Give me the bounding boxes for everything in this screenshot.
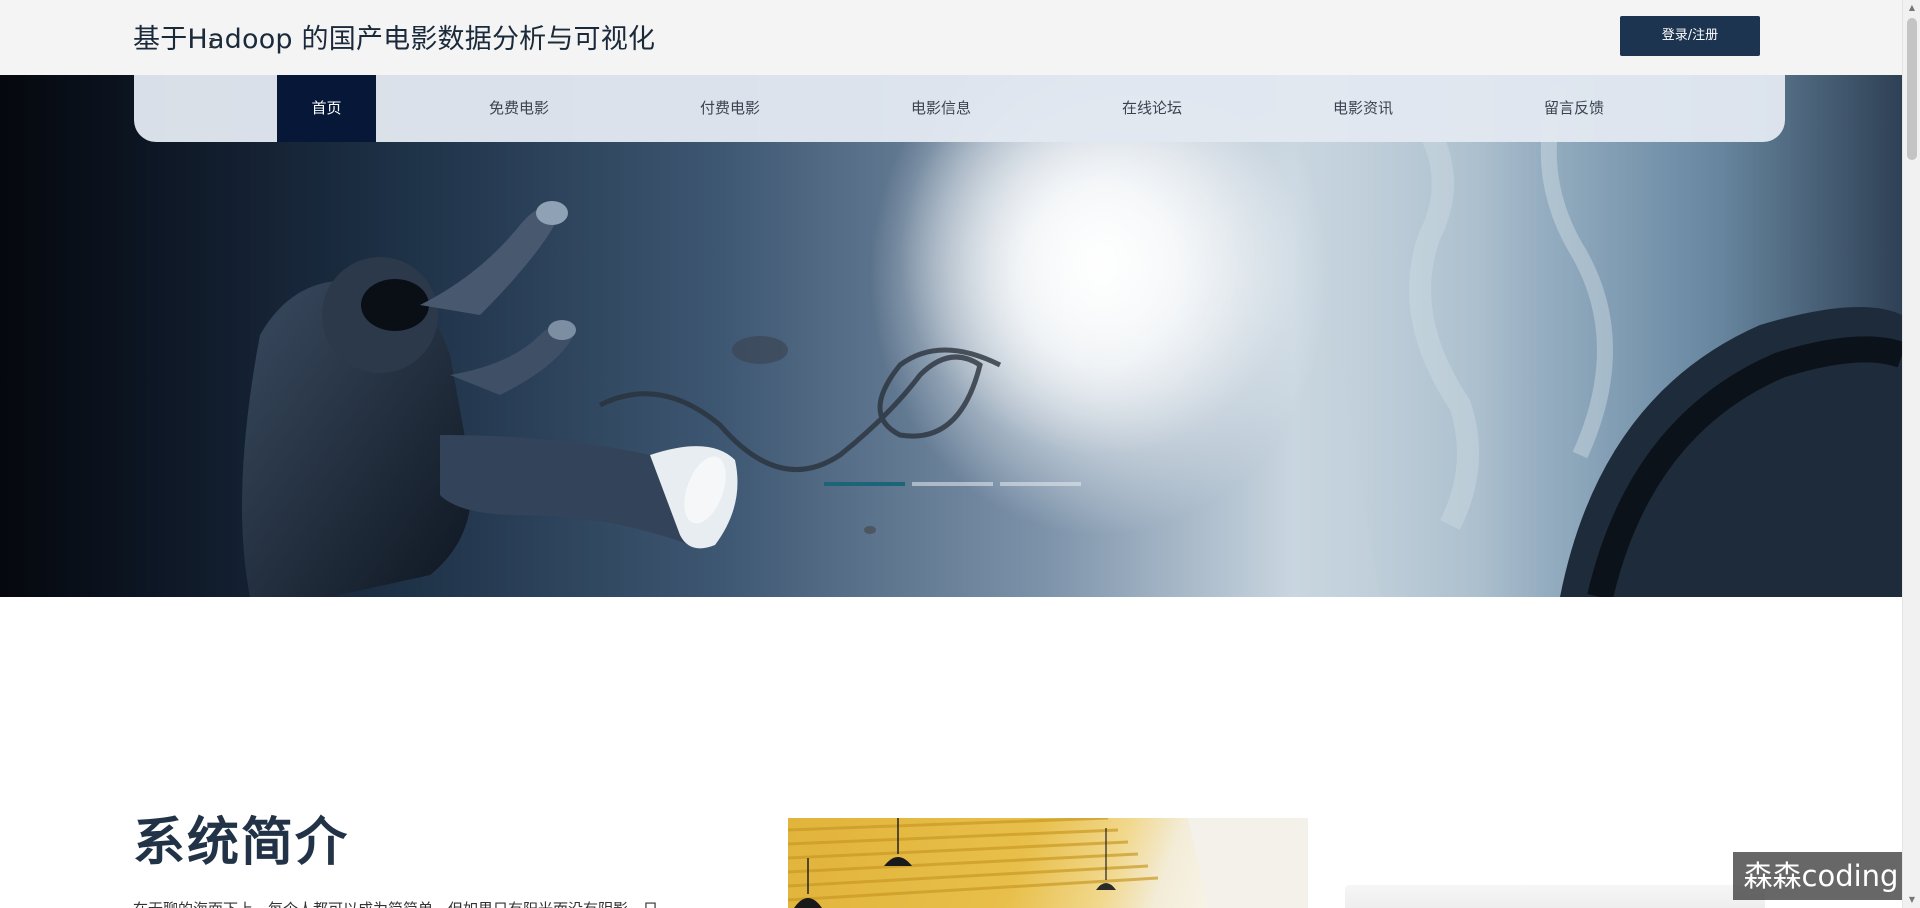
- nav-item-movie-info[interactable]: 电影信息: [886, 75, 996, 142]
- hero-banner: [0, 75, 1902, 597]
- page-scrollbar[interactable]: ▲ ▼: [1902, 0, 1920, 908]
- intro-section-title: 系统简介: [133, 813, 350, 873]
- scroll-down-icon[interactable]: ▼: [1903, 892, 1920, 908]
- login-register-button[interactable]: 登录/注册: [1620, 16, 1760, 56]
- nav-item-paid-movies[interactable]: 付费电影: [675, 75, 785, 142]
- nav-item-home[interactable]: 首页: [277, 75, 376, 142]
- scroll-up-icon[interactable]: ▲: [1903, 0, 1920, 16]
- nav-item-free-movies[interactable]: 免费电影: [464, 75, 574, 142]
- astronaut-illustration: [242, 75, 1902, 597]
- carousel-indicator-3[interactable]: [1000, 482, 1081, 486]
- text-cursor-icon: I: [208, 37, 216, 52]
- scrollbar-thumb[interactable]: [1907, 18, 1917, 160]
- carousel-indicator-1[interactable]: [824, 482, 905, 486]
- watermark: 森森coding: [1733, 852, 1909, 900]
- header-bar: 基于Hadoop 的国产电影数据分析与可视化 I 登录/注册: [0, 0, 1902, 75]
- nav-item-feedback[interactable]: 留言反馈: [1519, 75, 1629, 142]
- cafe-interior-image: [788, 818, 1308, 908]
- intro-image: [788, 818, 1308, 908]
- intro-text: 在无聊的海面下上，每个人都可以成为简简单，但如果只有阳光而没有阴影，只: [133, 898, 658, 908]
- page: 基于Hadoop 的国产电影数据分析与可视化 I 登录/注册 首页 免费电影 付…: [0, 0, 1920, 908]
- side-card: [1345, 885, 1765, 908]
- carousel-indicator-2[interactable]: [912, 482, 993, 486]
- main-navigation: 首页 免费电影 付费电影 电影信息 在线论坛 电影资讯 留言反馈: [134, 75, 1785, 142]
- nav-item-forum[interactable]: 在线论坛: [1097, 75, 1207, 142]
- nav-item-news[interactable]: 电影资讯: [1308, 75, 1418, 142]
